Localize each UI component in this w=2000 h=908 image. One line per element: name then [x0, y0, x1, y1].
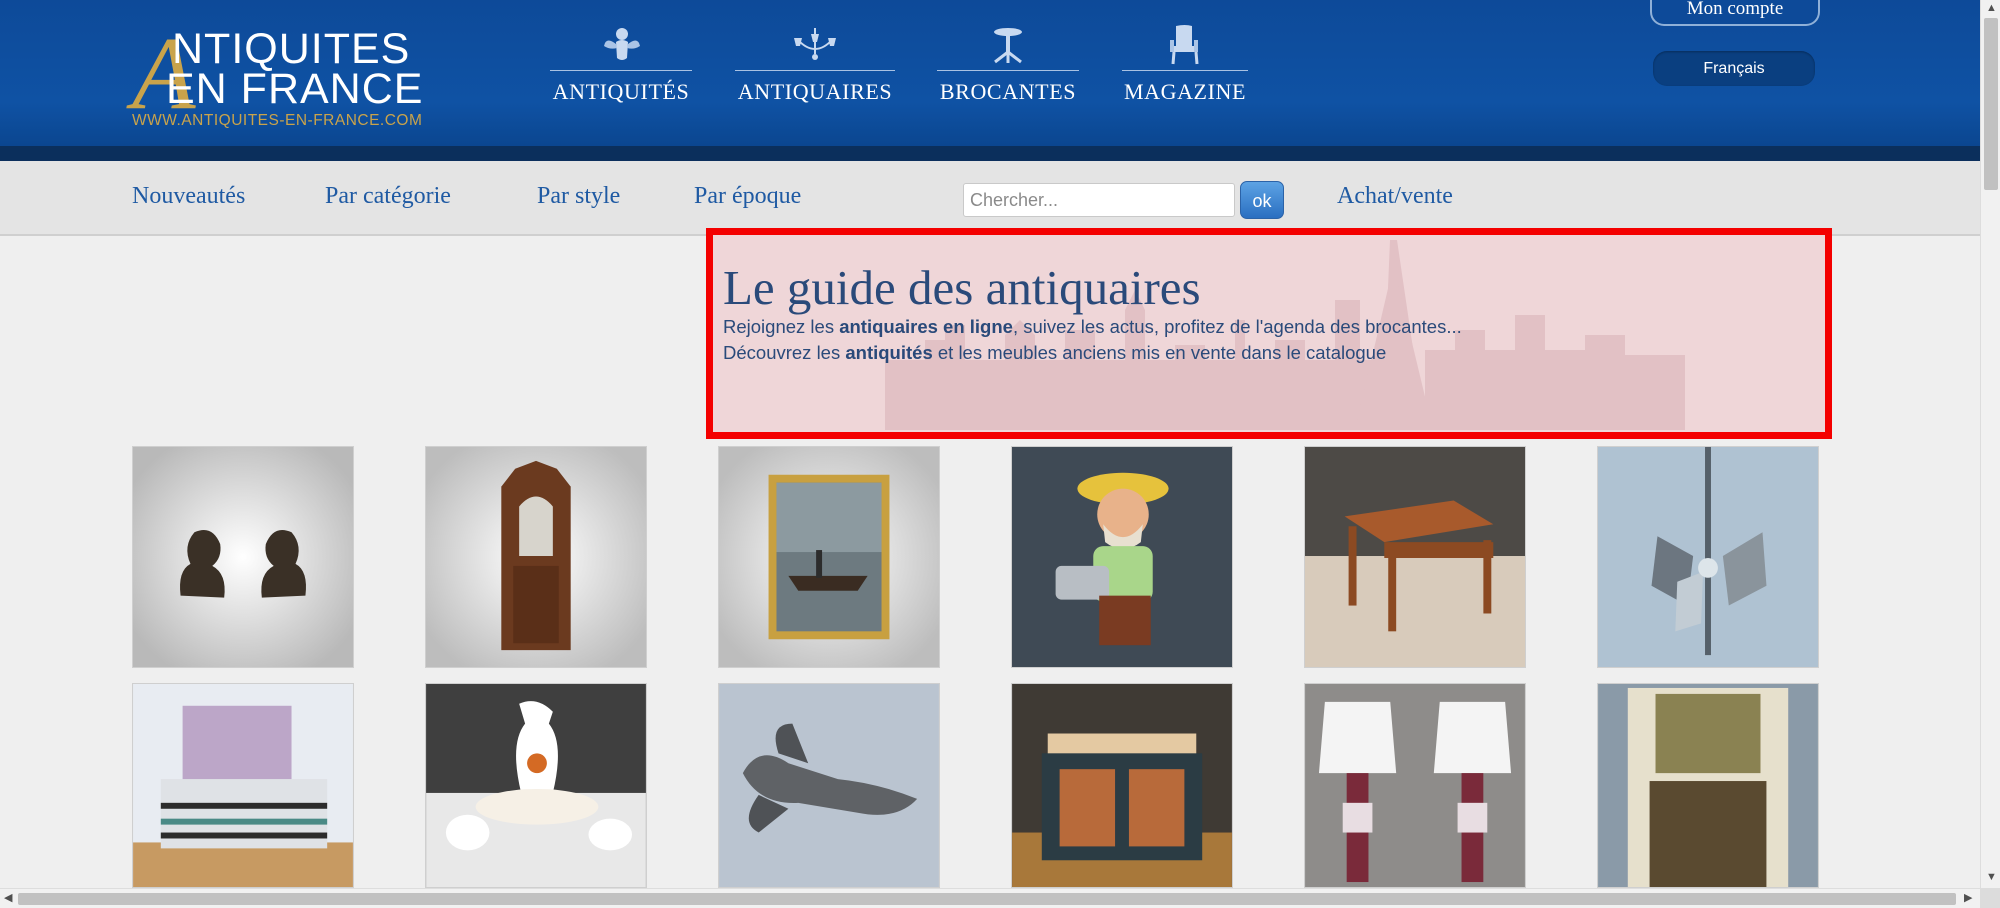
subnav-par-categorie[interactable]: Par catégorie — [325, 183, 451, 210]
product-thumb-pewter-lobster[interactable] — [718, 683, 940, 888]
nav-magazine[interactable]: MAGAZINE — [1122, 24, 1248, 108]
scroll-up-icon[interactable]: ▲ — [1986, 3, 1997, 14]
product-thumb-double-bed[interactable] — [132, 683, 354, 888]
search-input[interactable] — [963, 183, 1235, 217]
hero-line-2: Découvrez les antiquités et les meubles … — [723, 342, 1387, 363]
nav-label: BROCANTES — [939, 79, 1077, 104]
chandelier-icon — [794, 28, 836, 60]
product-thumb-gardener-figurine[interactable] — [1011, 446, 1233, 668]
pedestal-table-icon — [994, 28, 1022, 64]
product-thumb-table-lamps[interactable] — [1304, 683, 1526, 888]
scroll-right-icon[interactable]: ▶ — [1964, 893, 1972, 904]
nav-antiquaires[interactable]: ANTIQUAIRES — [735, 24, 895, 108]
product-thumb-trumeau-mirror[interactable] — [1597, 683, 1819, 888]
nav-antiquites[interactable]: ANTIQUITÉS — [550, 24, 692, 108]
vertical-scrollbar[interactable]: ▲ ▼ — [1980, 0, 2000, 888]
site-logo[interactable]: A NTIQUITES EN FRANCE WWW.ANTIQUITES-EN-… — [130, 20, 440, 132]
subnav-par-style[interactable]: Par style — [537, 183, 620, 210]
antiquites-link[interactable]: antiquités — [845, 342, 932, 363]
nav-label: ANTIQUITÉS — [552, 79, 690, 104]
hero-title: Le guide des antiquaires — [723, 260, 1201, 315]
product-thumb-side-table[interactable] — [1304, 446, 1526, 668]
site-header: A NTIQUITES EN FRANCE WWW.ANTIQUITES-EN-… — [0, 0, 1980, 146]
product-thumb-bronze-busts[interactable] — [132, 446, 354, 668]
product-thumb-marine-painting[interactable] — [718, 446, 940, 668]
subnav-nouveautes[interactable]: Nouveautés — [132, 183, 245, 210]
search-submit-button[interactable]: ok — [1240, 181, 1284, 219]
vertical-scroll-thumb[interactable] — [1984, 18, 1998, 190]
header-stripe — [0, 146, 1980, 161]
horizontal-scrollbar[interactable]: ◀ ▶ — [0, 888, 1980, 908]
logo-line-2: EN FRANCE — [166, 65, 424, 113]
category-nav: Nouveautés Par catégorie Par style Par é… — [0, 161, 1980, 236]
nav-label: ANTIQUAIRES — [737, 79, 893, 104]
horizontal-scroll-thumb[interactable] — [18, 893, 1956, 905]
scroll-left-icon[interactable]: ◀ — [4, 893, 12, 904]
nav-brocantes[interactable]: BROCANTES — [937, 24, 1079, 108]
armchair-icon — [1170, 25, 1199, 65]
logo-url: WWW.ANTIQUITES-EN-FRANCE.COM — [132, 112, 423, 129]
product-thumb-gothic-cabinet[interactable] — [425, 446, 647, 668]
product-thumb-pendant-light[interactable] — [1597, 446, 1819, 668]
antiquaires-en-ligne-link[interactable]: antiquaires en ligne — [839, 316, 1013, 337]
scroll-down-icon[interactable]: ▼ — [1986, 872, 1997, 883]
account-button[interactable]: Mon compte — [1650, 0, 1820, 26]
product-thumb-toilet-set[interactable] — [425, 683, 647, 888]
language-selector[interactable]: Français — [1653, 51, 1815, 86]
hero-banner: Le guide des antiquaires Rejoignez les a… — [706, 228, 1832, 439]
product-thumb-painted-chest[interactable] — [1011, 683, 1233, 888]
subnav-achat-vente[interactable]: Achat/vente — [1337, 183, 1453, 210]
hero-line-1: Rejoignez les antiquaires en ligne, suiv… — [723, 316, 1462, 337]
nav-label: MAGAZINE — [1123, 79, 1247, 104]
scrollbar-corner — [1980, 888, 2000, 908]
subnav-par-epoque[interactable]: Par époque — [694, 183, 801, 210]
cherub-icon — [604, 28, 640, 60]
